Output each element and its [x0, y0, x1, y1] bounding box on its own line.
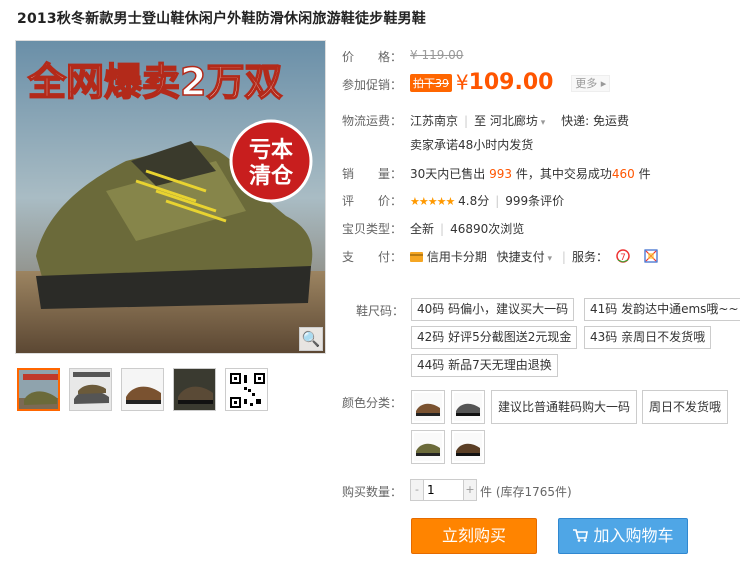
- star-rating-icon: ★★★★★: [410, 195, 455, 208]
- color-option-darkbrown[interactable]: [451, 430, 485, 464]
- sales-prefix: 30天内已售出: [410, 167, 486, 181]
- item-condition: 全新: [410, 222, 435, 236]
- rating-score: 4.8分: [458, 194, 490, 208]
- promo-label: 参加促销：: [342, 78, 403, 92]
- size-label: 鞋尺码：: [356, 304, 405, 318]
- success-count: 460: [611, 167, 635, 181]
- sales-label: 销 量：: [342, 167, 403, 181]
- price-label: 价 格：: [342, 50, 403, 64]
- buy-now-button[interactable]: 立刻购买: [411, 518, 537, 554]
- color-option-brown[interactable]: [411, 390, 445, 424]
- thumbnail-strip: [17, 368, 268, 411]
- credit-installment[interactable]: 信用卡分期: [427, 250, 487, 264]
- sales-suffix: 件: [638, 167, 651, 181]
- thumbnail-4[interactable]: [173, 368, 216, 411]
- quick-pay[interactable]: 快捷支付: [497, 250, 545, 264]
- thumbnail-qrcode[interactable]: [225, 368, 268, 411]
- badge-line2: 清仓: [249, 163, 294, 189]
- color-option-gray[interactable]: [451, 390, 485, 424]
- thumbnail-2[interactable]: [69, 368, 112, 411]
- quantity-stepper: - +: [410, 479, 477, 501]
- rating-label: 评 价：: [342, 194, 403, 208]
- quantity-plus-button[interactable]: +: [464, 480, 476, 500]
- color-option-note-size[interactable]: 建议比普通鞋码购大一码: [491, 390, 638, 424]
- product-title: 2013秋冬新款男士登山鞋休闲户外鞋防滑休闲旅游鞋徒步鞋男鞋: [17, 11, 426, 27]
- yen-symbol: ¥: [455, 70, 469, 95]
- badge-line1: 亏本: [249, 138, 293, 163]
- color-label: 颜色分类：: [342, 396, 403, 410]
- size-option-43[interactable]: 43码 亲周日不发货哦: [584, 326, 712, 349]
- promo-tag: 拍下39: [410, 73, 452, 92]
- promo-price: 109.00: [468, 70, 554, 95]
- cart-icon: [572, 520, 589, 554]
- shipping-label: 物流运费：: [342, 114, 403, 128]
- ship-to-selector[interactable]: 河北廊坊: [490, 114, 538, 128]
- seven-day-return-icon[interactable]: 7: [616, 249, 630, 266]
- chevron-down-icon[interactable]: ▾: [545, 254, 553, 264]
- credit-card-icon: [410, 251, 423, 265]
- banner-headline: 全网爆卖2万双: [27, 60, 282, 104]
- payment-label: 支 付：: [342, 250, 403, 264]
- shipping-method: 快递: 免运费: [561, 114, 629, 128]
- chevron-down-icon[interactable]: ▾: [538, 118, 546, 128]
- quantity-label: 购买数量：: [342, 485, 403, 499]
- guarantee-icon[interactable]: [644, 249, 658, 266]
- quantity-input[interactable]: [423, 480, 464, 500]
- view-count: 46890次浏览: [450, 222, 525, 236]
- color-option-note-sunday[interactable]: 周日不发货哦: [642, 390, 729, 424]
- sold-count: 993: [489, 167, 513, 181]
- sales-mid: 件，其中交易成功: [515, 167, 612, 181]
- thumbnail-3[interactable]: [121, 368, 164, 411]
- more-promo-button[interactable]: 更多 ▸: [571, 74, 611, 92]
- reviews-link[interactable]: 999条评价: [505, 194, 564, 208]
- item-type-label: 宝贝类型：: [342, 222, 403, 236]
- quantity-minus-button[interactable]: -: [411, 480, 423, 500]
- color-option-khaki[interactable]: [411, 430, 445, 464]
- original-price: ¥ 119.00: [410, 48, 464, 62]
- main-product-image[interactable]: 全网爆卖2万双 亏本 清仓 🔍: [15, 40, 326, 354]
- stock-info: 件 (库存1765件): [480, 485, 572, 499]
- thumbnail-1[interactable]: [17, 368, 60, 411]
- service-label: 服务：: [571, 250, 608, 264]
- size-option-41[interactable]: 41码 发韵达中通ems哦~~: [584, 298, 740, 321]
- size-option-44[interactable]: 44码 新品7天无理由退换: [411, 354, 558, 377]
- add-to-cart-label: 加入购物车: [593, 526, 674, 545]
- size-option-40[interactable]: 40码 码偏小，建议买大一码: [411, 298, 575, 321]
- add-to-cart-button[interactable]: 加入购物车: [558, 518, 688, 554]
- shipping-promise: 卖家承诺48小时内发货: [410, 138, 534, 152]
- size-option-42[interactable]: 42码 好评5分截图送2元现金: [411, 326, 578, 349]
- zoom-icon[interactable]: 🔍: [299, 327, 323, 351]
- ship-from: 江苏南京: [410, 114, 459, 128]
- product-photo: 全网爆卖2万双 亏本 清仓: [16, 41, 325, 353]
- ship-to-prefix: 至: [474, 114, 487, 128]
